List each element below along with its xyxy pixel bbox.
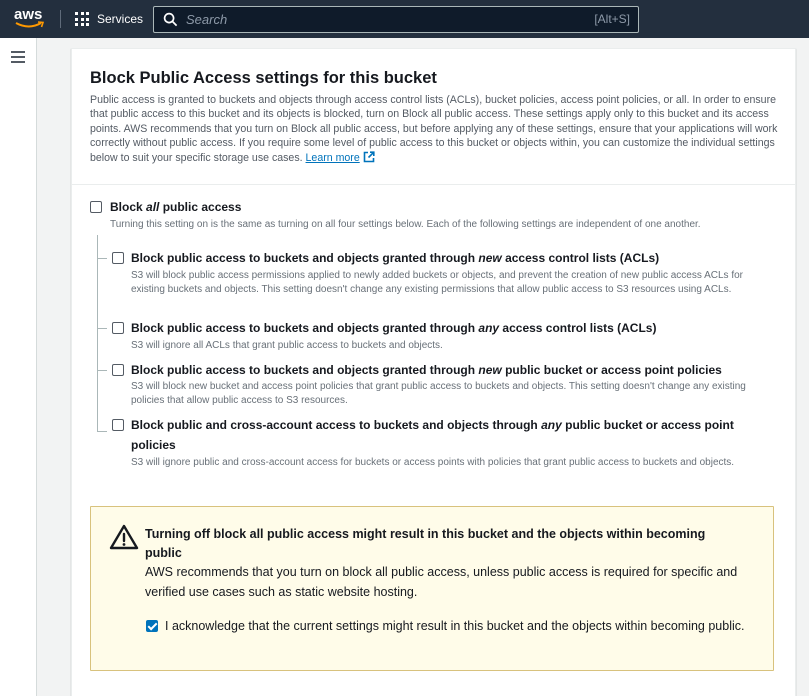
aws-logo[interactable]: aws <box>14 6 46 32</box>
block-new-policies-checkbox[interactable] <box>112 364 124 376</box>
block-new-acls-label: Block public access to buckets and objec… <box>131 251 660 265</box>
search-icon <box>163 12 178 27</box>
tree-branch <box>97 328 107 329</box>
acknowledge-checkbox[interactable] <box>146 620 158 632</box>
block-any-acls-label: Block public access to buckets and objec… <box>131 321 657 335</box>
block-all-public-access-checkbox[interactable] <box>90 201 102 213</box>
tree-branch <box>97 370 107 371</box>
warning-alert: Turning off block all public access migh… <box>90 506 774 671</box>
services-menu-button[interactable]: Services <box>75 10 143 28</box>
block-all-public-access-label: Block all public access <box>110 200 242 214</box>
hamburger-menu-icon[interactable] <box>11 51 25 63</box>
panel-title: Block Public Access settings for this bu… <box>90 69 437 87</box>
nav-divider <box>60 10 61 28</box>
block-any-policies-label-line2: policies <box>131 438 176 452</box>
block-any-policies-checkbox[interactable] <box>112 419 124 431</box>
block-new-acls-checkbox[interactable] <box>112 252 124 264</box>
block-new-policies-label: Block public access to buckets and objec… <box>131 363 722 377</box>
tree-branch <box>97 431 107 432</box>
warning-body: AWS recommends that you turn on block al… <box>145 565 738 599</box>
tree-branch <box>97 258 107 259</box>
aws-smile-icon <box>15 21 45 28</box>
warning-title: Turning off block all public access migh… <box>145 527 706 560</box>
services-label: Services <box>97 12 144 26</box>
block-new-policies-description: S3 will block new bucket and access poin… <box>131 381 746 407</box>
block-any-acls-description: S3 will ignore all ACLs that grant publi… <box>131 340 443 351</box>
learn-more-link[interactable]: Learn more <box>306 152 360 164</box>
block-any-acls-checkbox[interactable] <box>112 322 124 334</box>
panel-description: Public access is granted to buckets and … <box>90 93 780 165</box>
search-shortcut-hint: [Alt+S] <box>594 12 630 26</box>
block-any-policies-label: Block public and cross-account access to… <box>131 418 734 432</box>
block-all-public-access-description: Turning this setting on is the same as t… <box>110 219 701 230</box>
panel-description-text: Public access is granted to buckets and … <box>90 94 778 164</box>
block-new-acls-description: S3 will block public access permissions … <box>131 270 743 296</box>
top-navigation: aws Services [Alt+S] <box>0 0 809 38</box>
acknowledge-label: I acknowledge that the current settings … <box>165 619 745 633</box>
panel-header: Block Public Access settings for this bu… <box>72 49 795 185</box>
search-bar[interactable]: [Alt+S] <box>153 6 639 33</box>
search-input[interactable] <box>186 12 566 27</box>
warning-icon <box>109 524 139 550</box>
external-link-icon <box>363 151 375 162</box>
grid-icon <box>75 12 89 26</box>
settings-tree-line <box>97 235 98 431</box>
side-navigation-rail <box>0 38 37 696</box>
block-any-policies-description: S3 will ignore public and cross-account … <box>131 457 735 468</box>
